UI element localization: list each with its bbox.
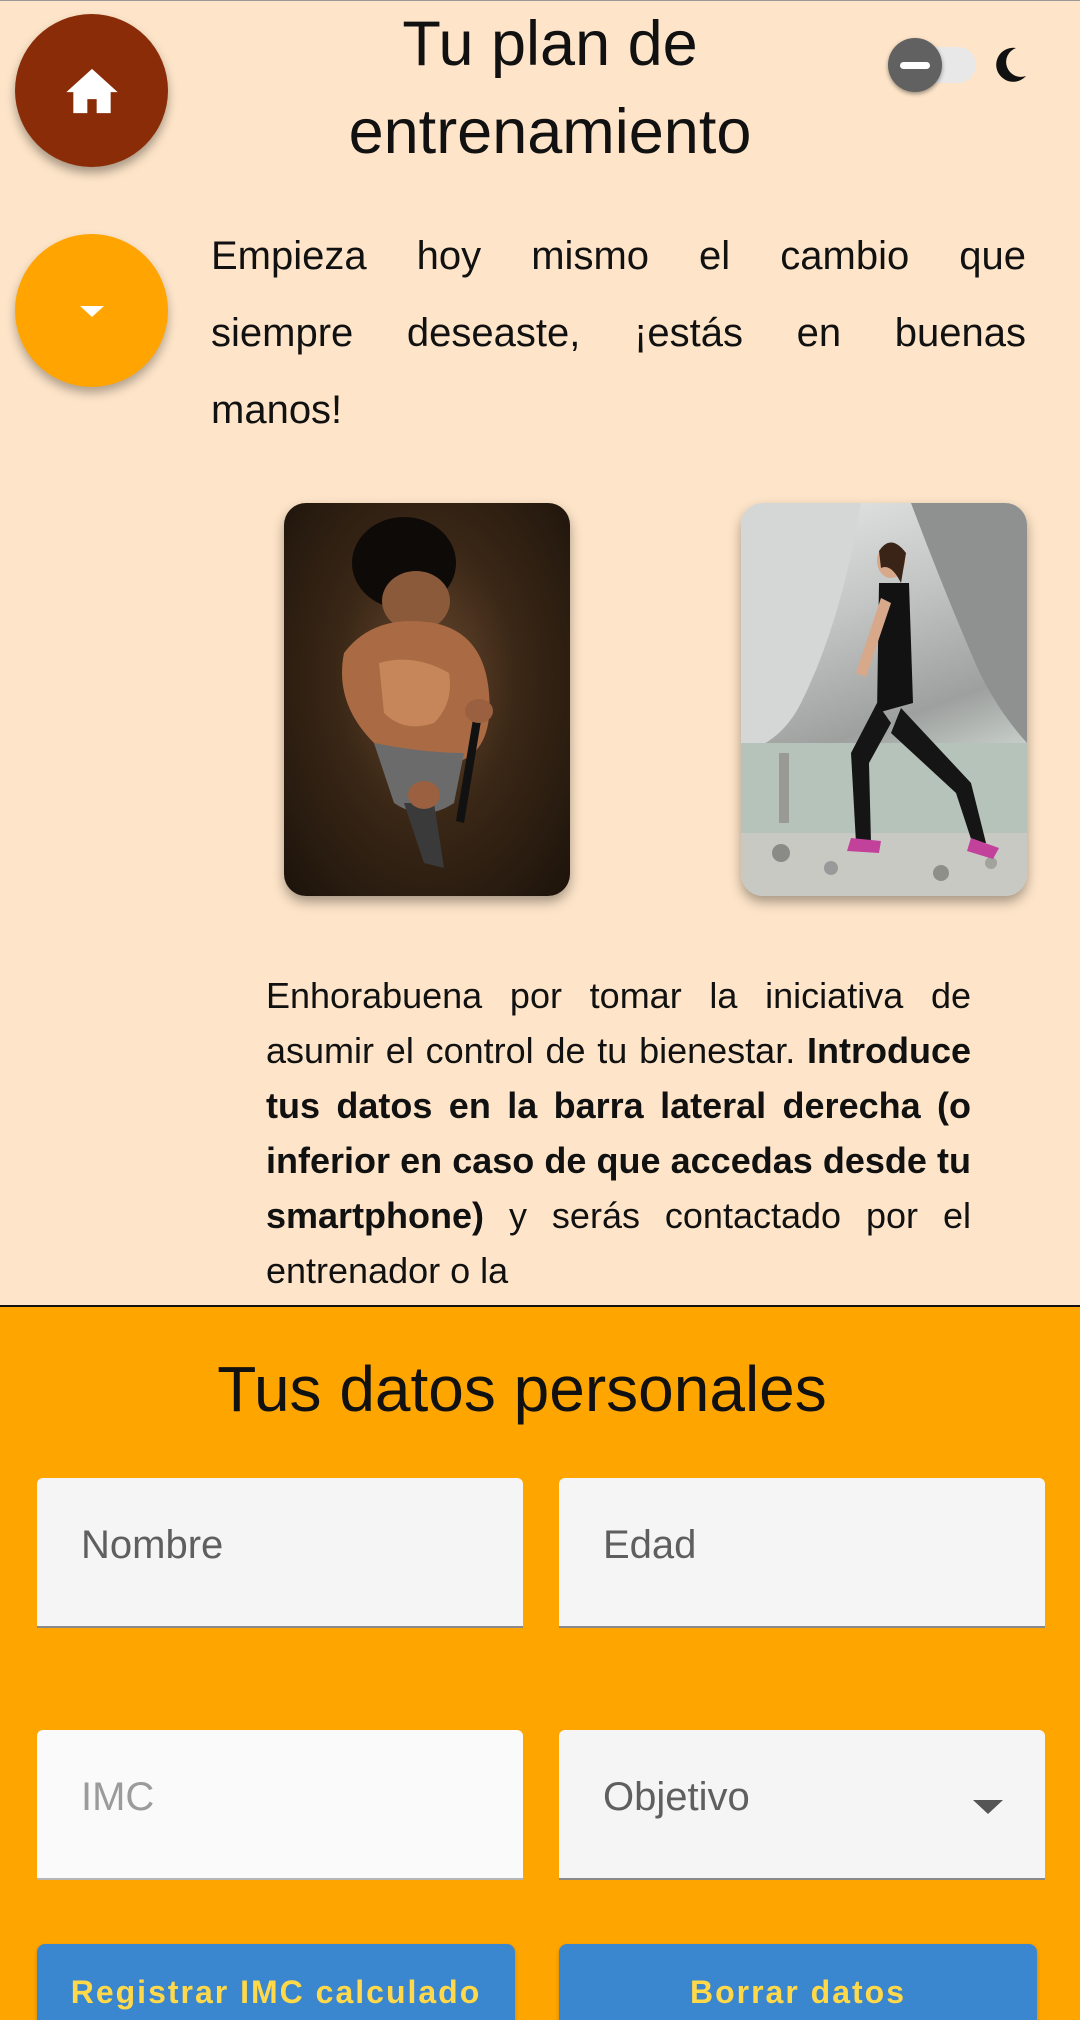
home-icon bbox=[65, 68, 118, 113]
registrar-imc-button[interactable]: Registrar IMC calculado bbox=[37, 1944, 515, 2020]
woman-lunge-by-waterfall-photo bbox=[741, 503, 1027, 896]
man-with-resistance-band-photo bbox=[284, 503, 570, 896]
toggle-thumb bbox=[888, 38, 942, 92]
imc-field[interactable]: IMC bbox=[37, 1730, 523, 1880]
home-button[interactable] bbox=[15, 14, 168, 167]
borrar-datos-button[interactable]: Borrar datos bbox=[559, 1944, 1037, 2020]
personal-data-panel: Tus datos personales Nombre Edad IMC Obj… bbox=[0, 1305, 1080, 2020]
nombre-field[interactable]: Nombre bbox=[37, 1478, 523, 1628]
intro-text: Empieza hoy mismo el cambio que siempre … bbox=[211, 234, 1026, 432]
imc-label: IMC bbox=[81, 1775, 155, 1819]
objetivo-select[interactable]: Objetivo bbox=[559, 1730, 1045, 1880]
main-content: Tu plan de entrenamiento Empieza hoy mis… bbox=[0, 0, 1080, 1306]
body-text: Enhorabuena por tomar la iniciativa de a… bbox=[266, 968, 971, 1298]
nombre-label: Nombre bbox=[81, 1523, 224, 1567]
dropdown-arrow-icon bbox=[973, 1800, 1003, 1814]
edad-label: Edad bbox=[603, 1523, 697, 1567]
expand-sidebar-button[interactable] bbox=[15, 234, 168, 387]
dark-mode-toggle[interactable] bbox=[888, 38, 1038, 92]
edad-field[interactable]: Edad bbox=[559, 1478, 1045, 1628]
objetivo-label: Objetivo bbox=[603, 1775, 750, 1819]
moon-icon bbox=[996, 47, 1026, 82]
form-title: Tus datos personales bbox=[217, 1353, 827, 1425]
minus-icon bbox=[900, 61, 930, 69]
caret-down-icon bbox=[79, 305, 104, 317]
page-title: Tu plan de entrenamiento bbox=[348, 9, 752, 167]
